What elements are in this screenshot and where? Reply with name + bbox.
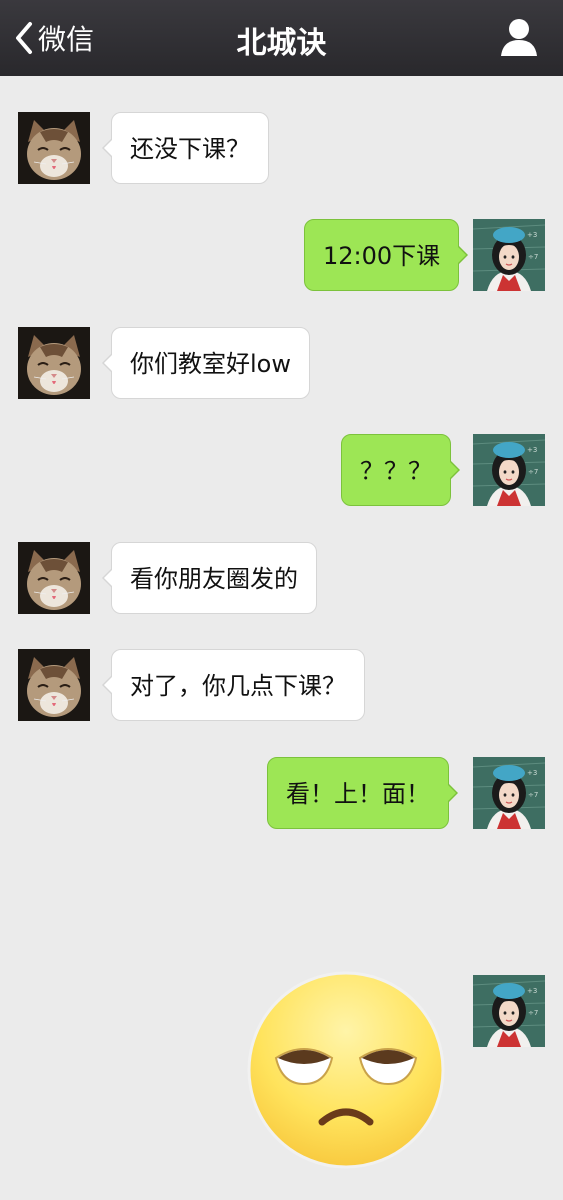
my-avatar[interactable] — [473, 434, 545, 506]
incoming-message[interactable]: 你们教室好low — [102, 327, 310, 399]
incoming-message[interactable]: 还没下课？ — [102, 112, 269, 184]
my-avatar[interactable] — [473, 757, 545, 829]
person-icon — [501, 19, 537, 56]
outgoing-message[interactable]: ？？？ — [341, 434, 460, 506]
my-avatar[interactable] — [473, 219, 545, 291]
incoming-message[interactable]: 看你朋友圈发的 — [102, 542, 317, 614]
navigation-bar: 微信 北城诀 — [0, 0, 563, 76]
incoming-message[interactable]: 对了，你几点下课？ — [102, 649, 365, 721]
contact-avatar[interactable] — [18, 542, 90, 614]
outgoing-message[interactable]: 12:00下课 — [304, 219, 469, 291]
my-avatar[interactable] — [473, 975, 545, 1047]
contact-avatar[interactable] — [18, 649, 90, 721]
outgoing-message[interactable]: 看！上！面！ — [267, 757, 458, 829]
chat-title: 北城诀 — [236, 26, 327, 61]
rolling-eyes-emoji-sticker[interactable] — [246, 970, 446, 1170]
chat-info-button[interactable] — [501, 18, 537, 58]
contact-avatar[interactable] — [18, 112, 90, 184]
contact-avatar[interactable] — [18, 327, 90, 399]
